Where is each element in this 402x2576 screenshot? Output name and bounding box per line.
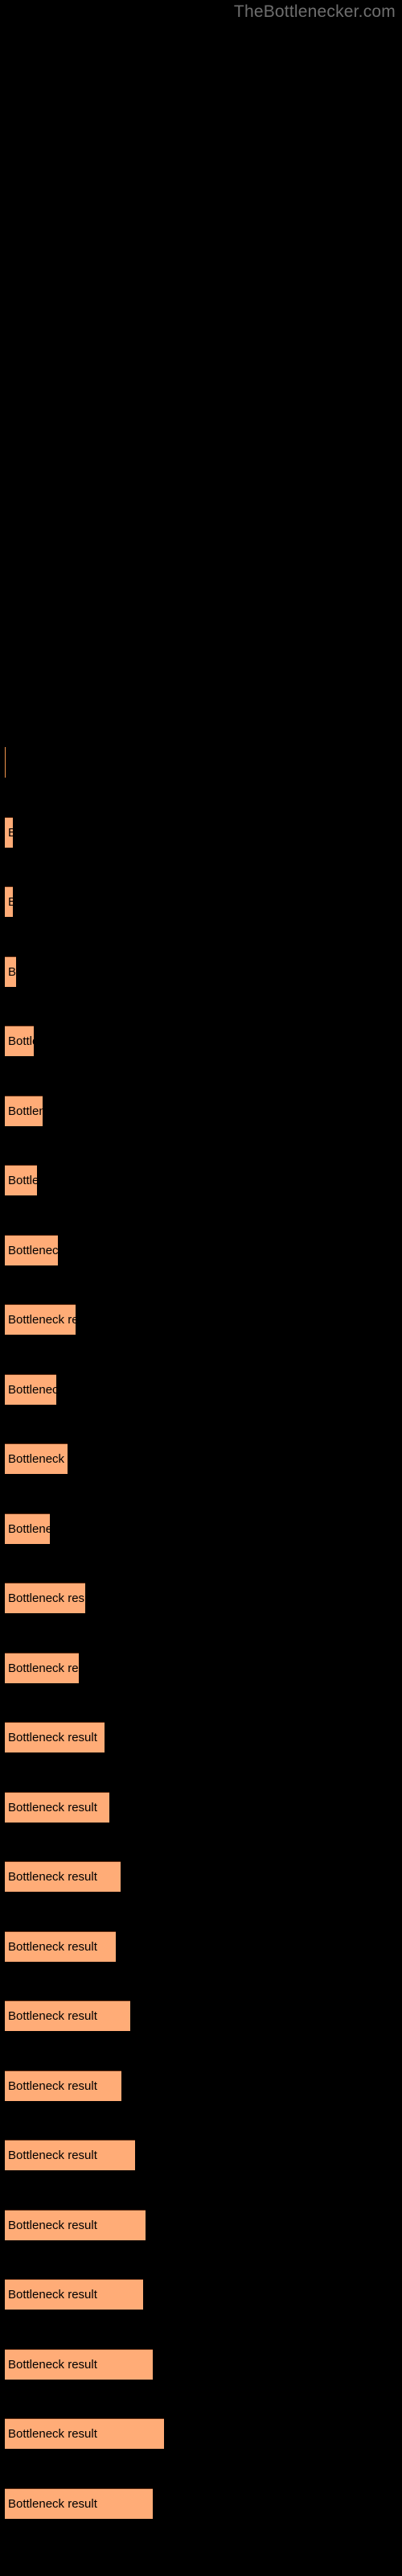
bar: Bottleneck result bbox=[5, 2418, 164, 2449]
bar: Bottleneck result bbox=[5, 1235, 58, 1265]
bar-label: Bottleneck result bbox=[8, 2426, 97, 2441]
bar-label: Bottleneck result bbox=[8, 1939, 97, 1954]
bar-label: Bottleneck result bbox=[8, 1312, 76, 1327]
bar: Bottleneck result bbox=[5, 747, 6, 778]
bar-label: Bottleneck result bbox=[8, 1869, 97, 1884]
bar-label: Bottleneck result bbox=[8, 826, 13, 840]
bar: Bottleneck result bbox=[5, 1931, 116, 1962]
bar: Bottleneck result bbox=[5, 1443, 68, 1474]
bar: Bottleneck result bbox=[5, 2070, 121, 2101]
bar-label: Bottleneck result bbox=[8, 1243, 58, 1257]
bar-label: Bottleneck result bbox=[8, 2287, 97, 2301]
bar-label: Bottleneck result bbox=[8, 1382, 56, 1397]
bar: Bottleneck result bbox=[5, 1722, 105, 1752]
bar: Bottleneck result bbox=[5, 1165, 37, 1195]
bar-label: Bottleneck result bbox=[8, 1451, 68, 1466]
bar: Bottleneck result bbox=[5, 817, 13, 848]
bar-label: Bottleneck result bbox=[8, 2357, 97, 2372]
bar-label: Bottleneck result bbox=[8, 1521, 50, 1536]
bar: Bottleneck result bbox=[5, 2000, 130, 2031]
bar-label: Bottleneck result bbox=[8, 1034, 34, 1048]
bar: Bottleneck result bbox=[5, 1304, 76, 1335]
bar-label: Bottleneck result bbox=[8, 2079, 97, 2093]
bar: Bottleneck result bbox=[5, 1583, 85, 1613]
bar-label: Bottleneck result bbox=[8, 895, 13, 910]
bar-label: Bottleneck result bbox=[8, 1730, 97, 1744]
bar-label: Bottleneck result bbox=[8, 1591, 85, 1605]
bar: Bottleneck result bbox=[5, 2279, 143, 2310]
bar-label: Bottleneck result bbox=[8, 2496, 97, 2511]
bar-label: Bottleneck result bbox=[8, 964, 16, 979]
bar-chart-plot-area: Bottleneck result Bottleneck result Bottle… bbox=[0, 0, 402, 2576]
bar: Bottleneck result bbox=[5, 1792, 109, 1823]
bar-label: Bottleneck result bbox=[8, 2008, 97, 2023]
bar: Bottleneck result bbox=[5, 1513, 50, 1544]
bar: Bottleneck result bbox=[5, 1374, 56, 1405]
bar: Bottleneck result bbox=[5, 2349, 153, 2380]
bar-label: Bottleneck result bbox=[8, 1661, 79, 1675]
bar: Bottleneck result bbox=[5, 1653, 79, 1683]
bar-label: Bottleneck result bbox=[8, 2218, 97, 2232]
bar: Bottleneck result bbox=[5, 1096, 43, 1126]
bar-label: Bottleneck result bbox=[8, 1104, 43, 1118]
bar: Bottleneck result bbox=[5, 956, 16, 987]
bar: Bottleneck result bbox=[5, 2488, 153, 2519]
bar: Bottleneck result bbox=[5, 1026, 34, 1056]
bar-label: Bottleneck result bbox=[8, 2148, 97, 2162]
bar-label: Bottleneck result bbox=[8, 1800, 97, 1814]
bar: Bottleneck result bbox=[5, 1861, 121, 1892]
bar: Bottleneck result bbox=[5, 2140, 135, 2170]
chart-root: TheBottlenecker.com Bottleneck resultBot… bbox=[0, 0, 402, 2576]
bar-label: Bottleneck result bbox=[8, 1173, 37, 1187]
bar: Bottleneck result bbox=[5, 2210, 146, 2240]
bar: Bottleneck result bbox=[5, 886, 13, 917]
